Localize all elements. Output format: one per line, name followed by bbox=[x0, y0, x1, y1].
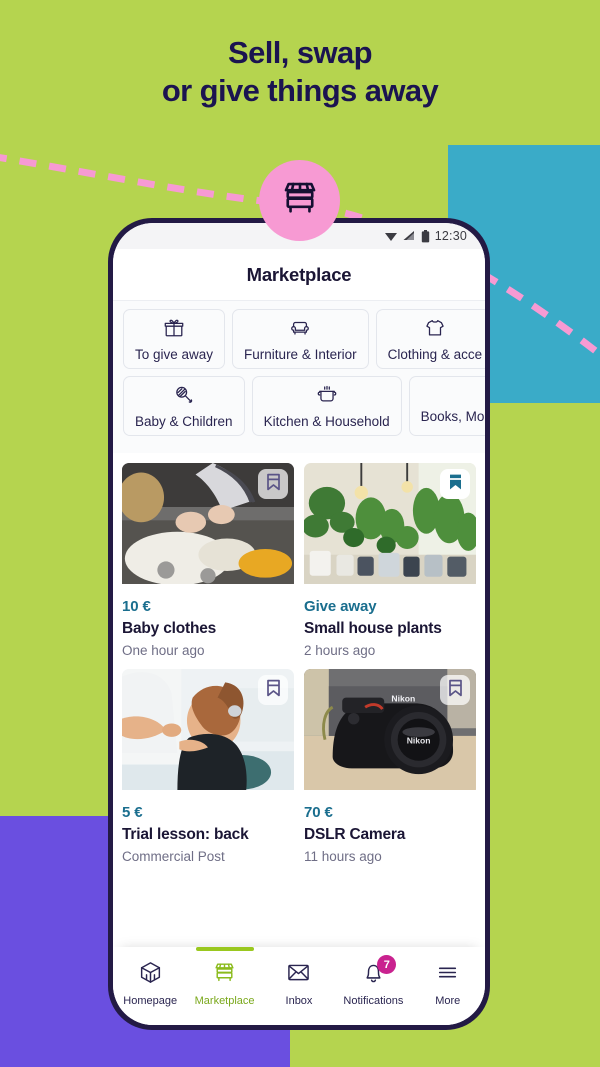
listing-grid: 10 € Baby clothes One hour ago Give away… bbox=[113, 453, 485, 947]
bookmark-button[interactable] bbox=[258, 469, 288, 499]
cooking-pot-icon bbox=[316, 384, 338, 411]
nav-item-more[interactable]: More bbox=[411, 947, 485, 1007]
nav-item-notifications[interactable]: 7 Notifications bbox=[336, 947, 410, 1007]
listing-meta: Commercial Post bbox=[122, 849, 225, 864]
bookmark-button[interactable] bbox=[258, 675, 288, 705]
nav-label: Marketplace bbox=[194, 995, 255, 1007]
bookmark-filled-icon bbox=[448, 473, 463, 496]
nav-label: More bbox=[435, 995, 461, 1007]
category-chip-label: To give away bbox=[135, 347, 214, 362]
svg-text:Nikon: Nikon bbox=[407, 736, 431, 746]
category-chip-books-more[interactable]: Books, Mo bbox=[408, 376, 485, 436]
nav-label: Homepage bbox=[123, 995, 178, 1007]
app-title: Marketplace bbox=[246, 263, 352, 285]
wifi-icon bbox=[384, 230, 398, 242]
listing-meta: One hour ago bbox=[122, 643, 205, 658]
category-chip-label: Baby & Children bbox=[135, 414, 233, 429]
listing-image[interactable]: Nikon Nikon bbox=[304, 669, 476, 796]
nav-label: Inbox bbox=[285, 995, 313, 1007]
listing-meta: 2 hours ago bbox=[304, 643, 376, 658]
page-title: Sell, swap or give things away bbox=[0, 34, 600, 110]
nav-label: Notifications bbox=[343, 995, 404, 1007]
listing-title: DSLR Camera bbox=[304, 826, 406, 843]
listing-row: 5 € Trial lesson: back Commercial Post N… bbox=[122, 669, 476, 864]
list-item[interactable]: 10 € Baby clothes One hour ago bbox=[122, 463, 294, 658]
status-badge: 7 bbox=[377, 955, 397, 974]
listing-price: 5 € bbox=[122, 804, 143, 821]
category-chip-label: Furniture & Interior bbox=[244, 347, 357, 362]
listing-price: 70 € bbox=[304, 804, 333, 821]
bookmark-button[interactable] bbox=[440, 675, 470, 705]
list-item[interactable]: Give away Small house plants 2 hours ago bbox=[304, 463, 476, 658]
nav-item-marketplace[interactable]: Marketplace bbox=[187, 947, 261, 1007]
list-item[interactable]: 5 € Trial lesson: back Commercial Post bbox=[122, 669, 294, 864]
marketplace-badge bbox=[259, 160, 340, 241]
gift-icon bbox=[163, 317, 185, 344]
battery-icon bbox=[421, 229, 430, 243]
bookmark-icon bbox=[266, 679, 281, 702]
status-time: 12:30 bbox=[434, 229, 467, 243]
listing-image[interactable] bbox=[122, 463, 294, 590]
market-stall-icon bbox=[279, 177, 321, 224]
cell-signal-icon bbox=[403, 230, 416, 242]
bookmark-icon bbox=[266, 473, 281, 496]
category-chip-to-give-away[interactable]: To give away bbox=[123, 309, 226, 369]
home-cube-icon bbox=[138, 960, 163, 990]
nav-item-inbox[interactable]: Inbox bbox=[262, 947, 336, 1007]
phone-screen: 12:30 Marketplace To give away Furniture… bbox=[113, 223, 485, 1025]
listing-title: Trial lesson: back bbox=[122, 826, 249, 843]
hamburger-icon bbox=[435, 960, 460, 990]
bottom-navigation: Homepage Marketplace Inbox 7 Notificatio… bbox=[113, 947, 485, 1025]
app-bar: Marketplace bbox=[113, 249, 485, 301]
category-chip-row-2: Baby & Children Kitchen & Household Book… bbox=[119, 376, 485, 436]
listing-title: Small house plants bbox=[304, 620, 442, 637]
listing-meta: 11 hours ago bbox=[304, 849, 382, 864]
category-chip-kitchen-household[interactable]: Kitchen & Household bbox=[251, 376, 402, 436]
category-chip-label: Books, Mo bbox=[420, 409, 485, 424]
tshirt-icon bbox=[424, 317, 446, 344]
listing-row: 10 € Baby clothes One hour ago Give away… bbox=[122, 463, 476, 658]
category-chips: To give away Furniture & Interior Clothi… bbox=[113, 301, 485, 453]
category-chip-label: Kitchen & Household bbox=[263, 414, 390, 429]
category-chip-row-1: To give away Furniture & Interior Clothi… bbox=[119, 309, 485, 369]
listing-price: 10 € bbox=[122, 598, 151, 615]
list-item[interactable]: Nikon Nikon 70 € DSLR Camera 11 hours ag… bbox=[304, 669, 476, 864]
phone-mockup: 12:30 Marketplace To give away Furniture… bbox=[108, 218, 490, 1030]
category-chip-furniture-interior[interactable]: Furniture & Interior bbox=[232, 309, 369, 369]
market-stall-icon bbox=[212, 960, 237, 990]
category-chip-clothing-accessories[interactable]: Clothing & acce bbox=[375, 309, 485, 369]
headline-line-1: Sell, swap bbox=[228, 35, 373, 70]
listing-image[interactable] bbox=[304, 463, 476, 590]
listing-price: Give away bbox=[304, 598, 377, 615]
armchair-icon bbox=[289, 317, 311, 344]
rattle-icon bbox=[173, 384, 195, 411]
category-chip-label: Clothing & acce bbox=[387, 347, 483, 362]
bookmark-icon bbox=[448, 679, 463, 702]
svg-text:Nikon: Nikon bbox=[391, 693, 415, 703]
category-chip-baby-children[interactable]: Baby & Children bbox=[123, 376, 245, 436]
listing-image[interactable] bbox=[122, 669, 294, 796]
bookmark-button[interactable] bbox=[440, 469, 470, 499]
nav-item-homepage[interactable]: Homepage bbox=[113, 947, 187, 1007]
active-tab-indicator bbox=[195, 947, 254, 951]
headline-line-2: or give things away bbox=[161, 72, 439, 108]
listing-title: Baby clothes bbox=[122, 620, 217, 637]
envelope-icon bbox=[286, 960, 311, 990]
